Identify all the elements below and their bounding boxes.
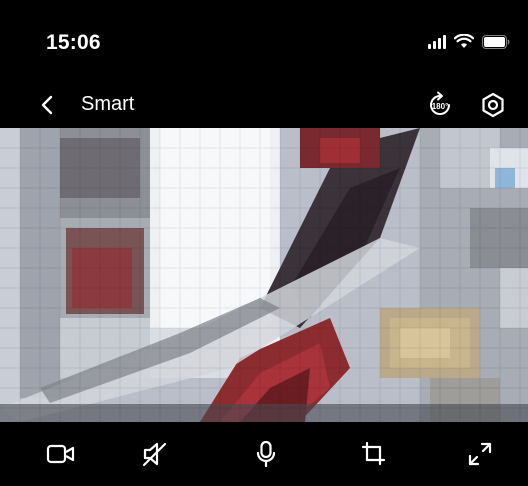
fullscreen-button[interactable] <box>462 436 498 472</box>
speaker-mute-icon <box>142 442 167 467</box>
video-frame <box>0 128 528 422</box>
page-title: Smart <box>81 93 135 115</box>
rotate-180-button[interactable]: 180° <box>423 88 457 122</box>
navigation-bar: Smart 180° <box>0 84 528 128</box>
back-button[interactable] <box>36 90 58 120</box>
status-bar: 15:06 <box>0 0 528 84</box>
wifi-icon <box>454 34 474 49</box>
bottom-toolbar <box>0 422 528 486</box>
record-video-button[interactable] <box>43 436 79 472</box>
camera-live-view-screen: 15:06 Smart 180° <box>0 0 528 486</box>
microphone-button[interactable] <box>248 436 284 472</box>
rotate-180-label: 180° <box>431 102 449 111</box>
signal-icon <box>428 35 446 49</box>
video-record-icon <box>46 444 75 464</box>
settings-button[interactable] <box>476 88 510 122</box>
battery-icon <box>482 35 510 49</box>
crop-button[interactable] <box>356 436 392 472</box>
status-icons <box>428 33 510 49</box>
fullscreen-icon <box>468 442 492 466</box>
chevron-left-icon <box>41 95 53 115</box>
microphone-icon <box>256 440 276 468</box>
camera-live-feed[interactable] <box>0 128 528 422</box>
crop-icon <box>361 441 386 466</box>
status-time: 15:06 <box>46 31 101 54</box>
settings-icon <box>482 92 504 118</box>
mute-speaker-button[interactable] <box>137 436 173 472</box>
